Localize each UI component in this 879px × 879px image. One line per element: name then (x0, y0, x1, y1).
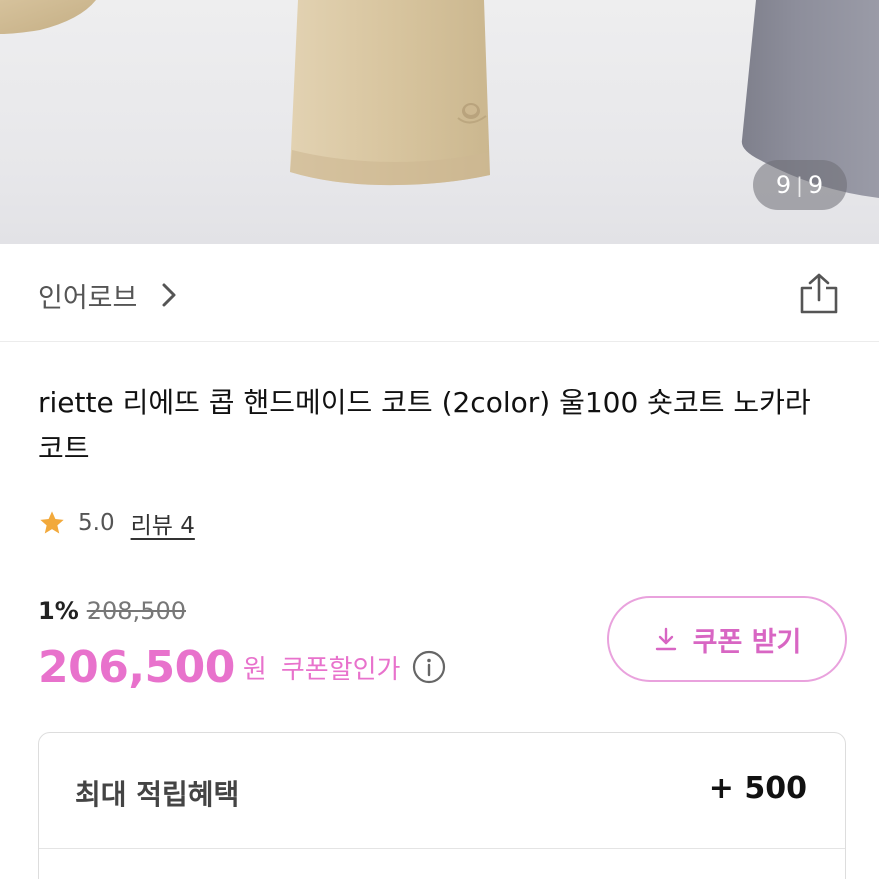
max-reward-value: + 500 (708, 771, 807, 806)
chevron-right-icon[interactable] (160, 282, 178, 308)
coupon-download-button[interactable]: 쿠폰 받기 (607, 596, 847, 682)
max-reward-label: 최대 적립혜택 (75, 778, 240, 811)
star-icon (40, 511, 64, 534)
card-divider (39, 848, 845, 849)
image-counter-current: 9 (775, 171, 793, 199)
rating-score: 5.0 (78, 510, 115, 536)
store-row[interactable]: 인어로브 (0, 244, 879, 342)
info-icon[interactable] (412, 650, 446, 684)
price-row: 206,500 원 쿠폰할인가 (38, 636, 446, 698)
share-icon[interactable] (798, 272, 840, 316)
product-title: riette 리에뜨 콥 핸드메이드 코트 (2color) 울100 숏코트 … (38, 386, 811, 465)
coupon-button-label: 쿠폰 받기 (692, 626, 802, 658)
sale-price: 206,500 (38, 641, 235, 693)
image-counter-separator: | (796, 173, 804, 197)
discount-percent: 1% (38, 597, 79, 625)
discount-row: 1% 208,500 (38, 597, 186, 625)
store-name[interactable]: 인어로브 (38, 276, 137, 315)
rating-row: 5.0 리뷰 4 (38, 506, 195, 540)
review-count-link[interactable]: 리뷰 4 (131, 506, 195, 540)
image-counter: 9 | 9 (753, 160, 847, 210)
original-price: 208,500 (86, 597, 186, 625)
product-image-gallery[interactable]: 9 | 9 (0, 0, 879, 244)
download-icon (655, 627, 676, 651)
image-counter-total: 9 (807, 171, 825, 199)
benefit-card: 최대 적립혜택 + 500 (38, 732, 846, 879)
currency-label: 원 (242, 654, 267, 685)
product-photo (0, 0, 879, 198)
coupon-price-label: 쿠폰할인가 (280, 654, 401, 685)
